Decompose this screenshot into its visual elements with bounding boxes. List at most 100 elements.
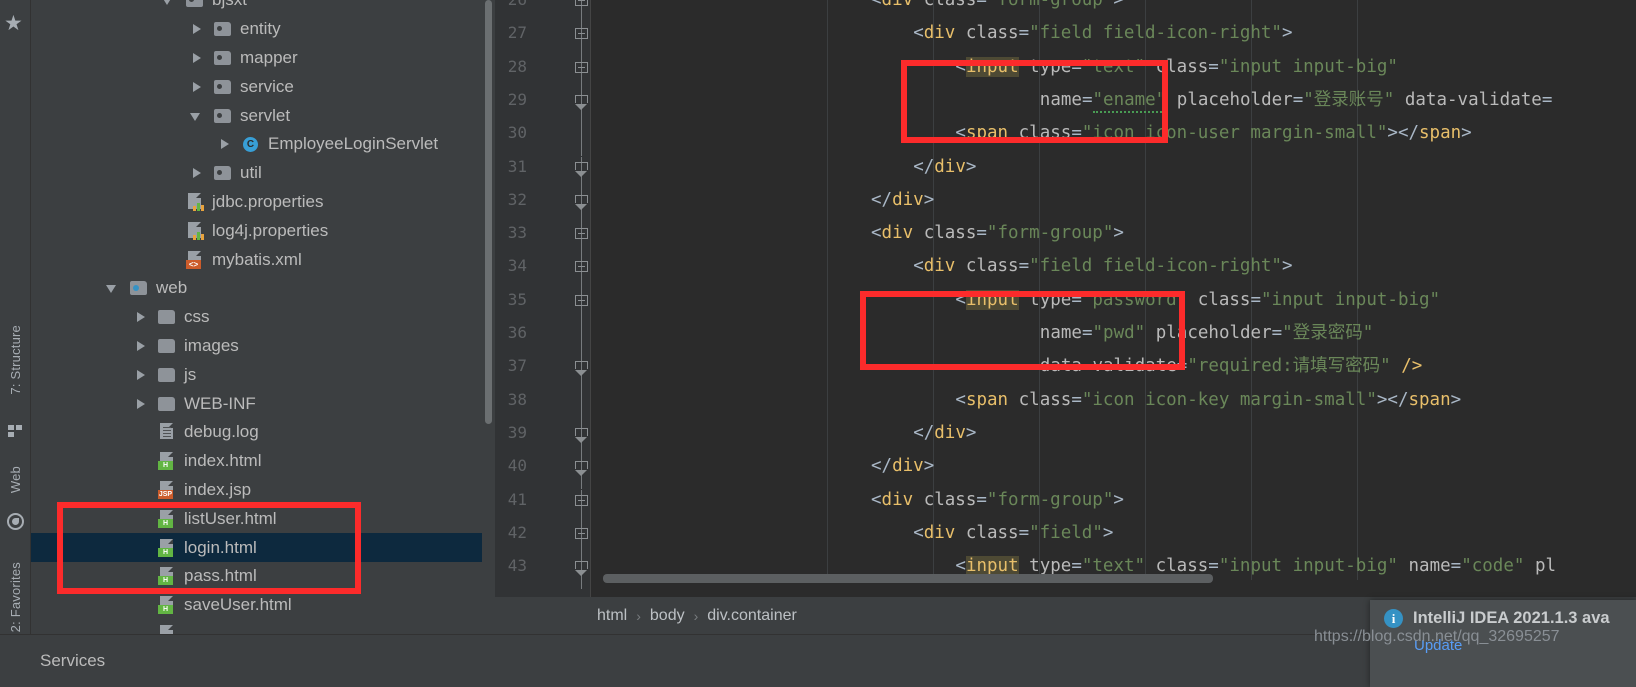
code-line[interactable]: <div class="form-group"> (871, 217, 1124, 250)
tree-item-js[interactable]: js (31, 360, 495, 389)
code-line[interactable]: </div> (871, 450, 934, 483)
folder-icon (157, 395, 177, 413)
tree-item-jdbc-properties[interactable]: jdbc.properties (31, 188, 495, 217)
code-line[interactable]: <div class="field field-icon-right"> (913, 250, 1292, 283)
code-editor[interactable]: 262728293031323334353637383940414243 <di… (495, 0, 1636, 597)
breadcrumb-item-body[interactable]: body (650, 607, 685, 625)
code-token: "pwd" (1092, 323, 1146, 343)
breadcrumb-item-div-container[interactable]: div.container (707, 607, 797, 625)
chevron-right-icon[interactable] (189, 21, 205, 37)
fold-marker[interactable] (575, 228, 588, 240)
code-token: name (1039, 323, 1082, 343)
fold-marker[interactable] (575, 61, 588, 73)
editor-hscrollbar-thumb[interactable] (603, 574, 1213, 583)
tree-item-bjsxt[interactable]: bjsxt (31, 0, 495, 15)
chevron-right-icon[interactable] (189, 79, 205, 95)
tree-item-service[interactable]: service (31, 72, 495, 101)
tree-item-saveuser-html[interactable]: HsaveUser.html (31, 591, 495, 620)
fold-marker[interactable] (575, 294, 588, 306)
code-line[interactable]: </div> (913, 417, 976, 450)
tree-item-employeeloginservlet[interactable]: EmployeeLoginServlet (31, 130, 495, 159)
fold-marker[interactable] (575, 28, 588, 40)
notification-header: i IntelliJ IDEA 2021.1.3 ava (1384, 609, 1610, 628)
tree-item-listuser-html[interactable]: HlistUser.html (31, 504, 495, 533)
fold-marker[interactable] (575, 94, 588, 110)
tool-button-structure[interactable]: 7: Structure (0, 300, 31, 420)
code-line[interactable]: <div class="field field-icon-right"> (913, 17, 1292, 50)
chevron-right-icon[interactable] (217, 136, 233, 152)
chevron-right-icon[interactable] (133, 338, 149, 354)
code-token: class (1008, 389, 1072, 410)
code-token: "form-group" (986, 0, 1114, 10)
code-line[interactable]: </div> (913, 151, 976, 184)
tree-item-web-inf[interactable]: WEB-INF (31, 389, 495, 418)
code-token: = (1018, 256, 1030, 277)
code-line[interactable]: <input type="password" class="input inpu… (955, 284, 1440, 317)
fold-marker[interactable] (575, 261, 588, 273)
tree-item-index-html[interactable]: Hindex.html (31, 447, 495, 476)
tree-item-mapper[interactable]: mapper (31, 44, 495, 73)
tree-item-web[interactable]: web (31, 274, 495, 303)
code-token: < (871, 223, 882, 244)
tree-item-label: index.html (184, 451, 262, 471)
services-button[interactable]: Services (40, 651, 105, 671)
chevron-right-icon[interactable] (189, 165, 205, 181)
tree-item-debug-log[interactable]: debug.log (31, 418, 495, 447)
code-token: < (913, 23, 924, 44)
editor-hscrollbar-track[interactable] (591, 574, 1636, 583)
code-line[interactable]: data-validate="required:请填写密码" /> (1040, 350, 1423, 383)
editor-gutter[interactable]: 262728293031323334353637383940414243 (495, 0, 591, 597)
code-token: /> (1390, 356, 1423, 377)
breadcrumb-item-html[interactable]: html (597, 607, 627, 625)
fold-marker[interactable] (575, 527, 588, 539)
watermark-text: https://blog.csdn.net/qq_32695257 (1314, 628, 1560, 645)
tree-item-util[interactable]: util (31, 159, 495, 188)
tree-item-pass-html[interactable]: Hpass.html (31, 562, 495, 591)
fold-rail (581, 323, 582, 357)
fold-marker[interactable] (575, 494, 588, 506)
fold-marker[interactable] (575, 361, 588, 377)
code-line[interactable]: </div> (871, 184, 934, 217)
code-token: div (923, 256, 956, 277)
tree-item-servlet[interactable]: servlet (31, 101, 495, 130)
code-token: = (1071, 389, 1082, 410)
code-token: < (955, 123, 966, 144)
line-number: 26 (481, 0, 527, 9)
code-token: data-validate (1394, 89, 1542, 110)
chevron-right-icon[interactable] (189, 50, 205, 66)
code-line[interactable]: name="pwd" placeholder="登录密码" (1040, 317, 1373, 350)
tree-item-index-jsp[interactable]: JSP index.jsp (31, 476, 495, 505)
code-line[interactable]: <span class="icon icon-key margin-small"… (955, 384, 1461, 417)
code-line[interactable]: <div class="form-group"> (871, 0, 1124, 17)
code-line[interactable]: <input type="text" class="input input-bi… (955, 51, 1398, 84)
fold-marker[interactable] (575, 161, 588, 177)
chevron-right-icon[interactable] (133, 396, 149, 412)
tree-item-login-html[interactable]: Hlogin.html (31, 533, 495, 562)
fold-marker[interactable] (575, 461, 588, 477)
tree-item-css[interactable]: css (31, 303, 495, 332)
tree-item[interactable]: H (31, 620, 495, 634)
tree-item-mybatis-xml[interactable]: <> mybatis.xml (31, 245, 495, 274)
chevron-down-icon[interactable] (189, 108, 205, 124)
code-content[interactable]: <div class="form-group"> <div class="fiel… (591, 0, 1636, 580)
fold-marker[interactable] (575, 194, 588, 210)
tree-item-images[interactable]: images (31, 332, 495, 361)
fold-marker[interactable] (575, 0, 588, 6)
fold-marker[interactable] (575, 427, 588, 443)
tree-item-entity[interactable]: entity (31, 15, 495, 44)
code-token: = (976, 0, 987, 10)
chevron-down-icon[interactable] (161, 0, 177, 8)
tree-item-log4j-properties[interactable]: log4j.properties (31, 216, 495, 245)
line-number: 30 (507, 123, 527, 143)
chevron-right-icon[interactable] (133, 309, 149, 325)
code-line[interactable]: name="ename" placeholder="登录账号" data-val… (1040, 84, 1552, 117)
code-line[interactable]: <div class="form-group"> (871, 484, 1124, 517)
chevron-right-icon[interactable] (133, 367, 149, 383)
code-line[interactable]: <div class="field"> (913, 517, 1113, 550)
code-line[interactable]: <span class="icon icon-user margin-small… (955, 117, 1471, 150)
fold-marker[interactable] (575, 561, 588, 577)
tool-button-web[interactable]: Web (0, 450, 31, 510)
chevron-down-icon[interactable] (105, 280, 121, 296)
